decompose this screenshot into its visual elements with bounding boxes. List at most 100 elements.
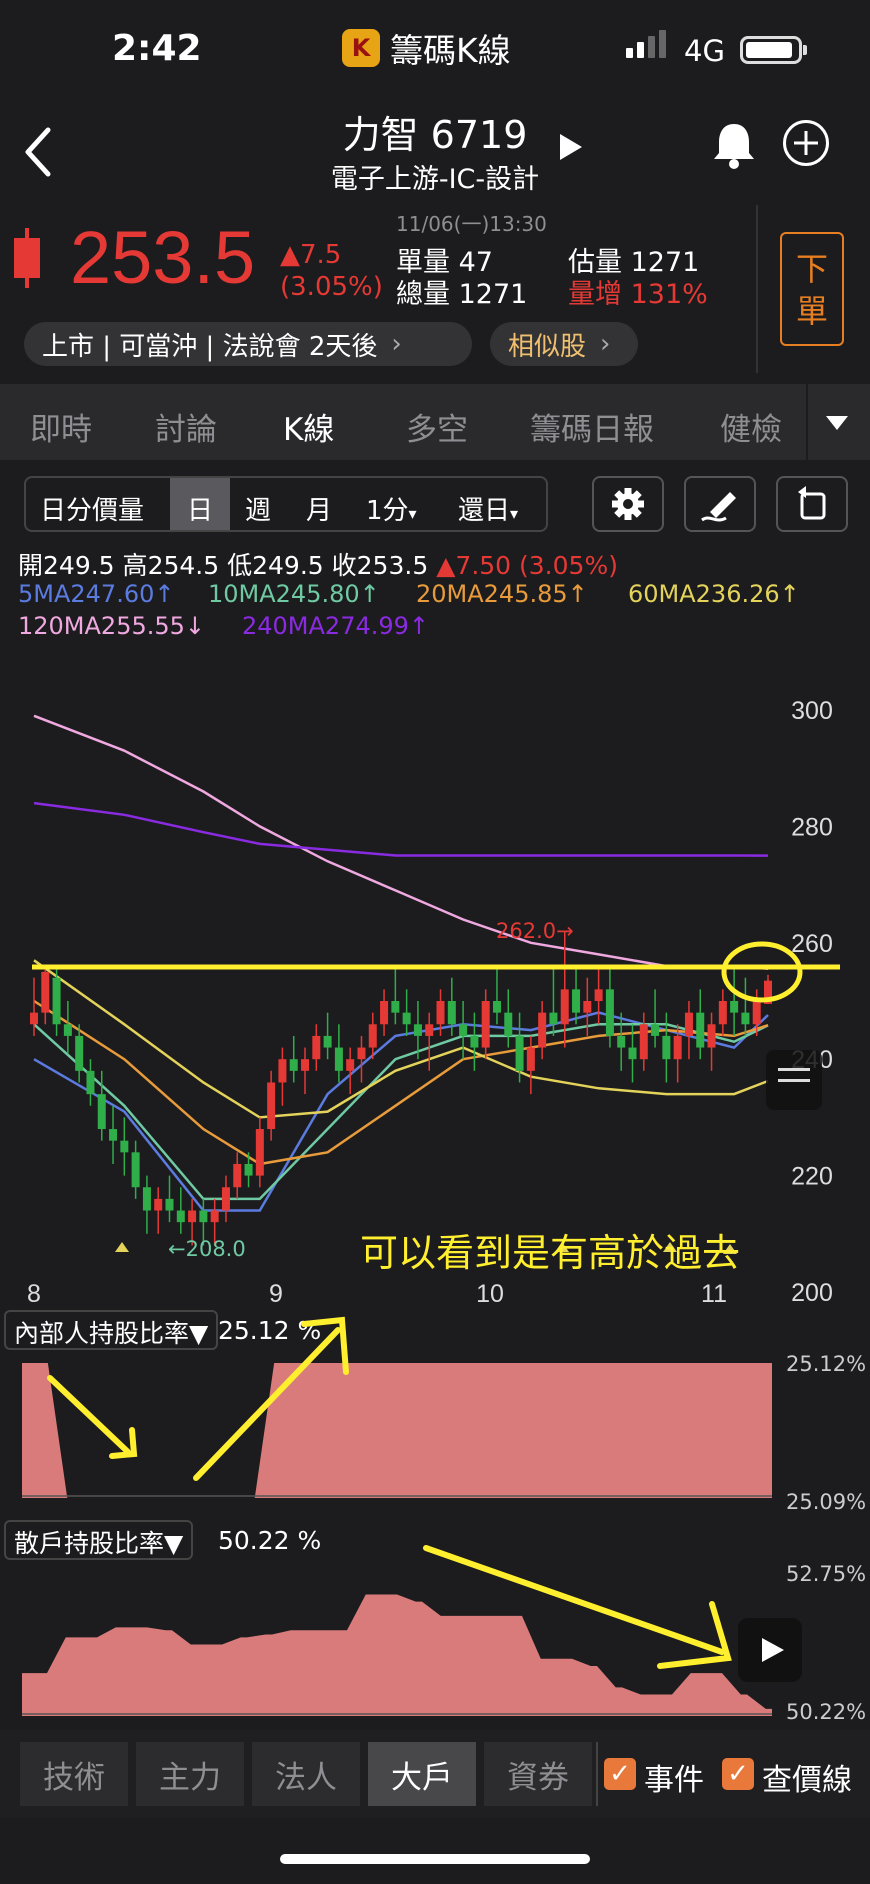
price-line-checkbox[interactable]: ✓ (722, 1758, 754, 1790)
tab-chip-daily[interactable]: 籌碼日報 (530, 404, 654, 449)
kline-chart[interactable]: 300280260240220200891011262.0→←208.0 (0, 650, 870, 1310)
play-button[interactable] (738, 1618, 802, 1682)
candle-body (154, 1198, 163, 1211)
restore-adjust[interactable]: 還日▾ (458, 490, 518, 527)
candle-body (481, 1001, 490, 1048)
candle-body (210, 1210, 219, 1223)
period-week[interactable]: 週 (245, 490, 271, 527)
candle-body (707, 1024, 716, 1048)
last-price: 253.5 (70, 216, 256, 299)
x-tick-label: 9 (269, 1280, 283, 1308)
candle-body (515, 1035, 524, 1071)
high-label: 262.0→ (496, 919, 574, 943)
candle-body (413, 1024, 422, 1036)
candle-body (605, 989, 614, 1036)
more-tabs-icon[interactable] (826, 416, 848, 430)
candle-body (470, 1035, 479, 1048)
chart-handle[interactable] (766, 1050, 822, 1110)
candle-body (492, 1001, 501, 1013)
candle-body (63, 1024, 72, 1036)
retail-selector[interactable]: 散戶持股比率▼ (4, 1520, 194, 1560)
ma120-label: 120MA255.55↓ (18, 612, 206, 640)
bottom-tab-margin[interactable]: 資券 (484, 1742, 592, 1806)
bottom-tab-main-force[interactable]: 主力 (136, 1742, 244, 1806)
candle-body (696, 1012, 705, 1048)
candle-body (312, 1035, 321, 1060)
app-name: 籌碼K線 (390, 31, 511, 70)
total-volume: 總量 1271 (396, 279, 528, 310)
bottom-tab-major-holders[interactable]: 大戶 (368, 1742, 476, 1806)
insider-selector[interactable]: 內部人持股比率▼ (4, 1310, 219, 1350)
tab-kline[interactable]: K線 (283, 404, 334, 449)
add-watchlist-icon[interactable] (783, 120, 829, 166)
candle-body (617, 1035, 626, 1048)
x-tick-label: 11 (701, 1280, 727, 1308)
insider-chart (22, 1363, 772, 1498)
home-indicator[interactable] (280, 1854, 590, 1864)
tab-discussion[interactable]: 討論 (155, 404, 217, 449)
candle-body (109, 1129, 118, 1141)
app-icon: K (342, 29, 380, 67)
candle-body (75, 1035, 84, 1071)
candle-body (526, 1047, 535, 1071)
candle-body (380, 1001, 389, 1025)
period-1min[interactable]: 1分▾ (366, 490, 417, 527)
order-button[interactable]: 下單 (780, 232, 844, 346)
candle-body (425, 1024, 434, 1036)
rotate-button[interactable] (776, 476, 848, 532)
price-change-pct: (3.05%) (280, 272, 383, 302)
tab-long-short[interactable]: 多空 (406, 404, 468, 449)
candle-body (549, 1012, 558, 1025)
similar-stocks-chip[interactable]: 相似股 › (490, 322, 638, 366)
candle-body (221, 1187, 230, 1211)
ma20-label: 20MA245.85↑ (416, 580, 588, 608)
period-day[interactable]: 日 (187, 490, 213, 527)
bottom-tab-institutional[interactable]: 法人 (252, 1742, 360, 1806)
chevron-right-icon: › (600, 329, 611, 359)
stock-tags: 上市 | 可當沖 | 法說會 2天後 (42, 331, 378, 362)
candle-body (188, 1210, 197, 1223)
tab-health[interactable]: 健檢 (720, 404, 782, 449)
ohlc-readout: 開249.5 高254.5 低249.5 收253.5 ▲7.50 (3.05%… (18, 551, 618, 580)
candle-body (447, 1001, 456, 1025)
candle-body (323, 1035, 332, 1048)
candle-body (165, 1198, 174, 1211)
y-tick-label: 300 (791, 697, 833, 725)
tab-realtime[interactable]: 即時 (30, 404, 92, 449)
app-indicator: K 籌碼K線 (342, 24, 511, 72)
divider (596, 1742, 598, 1806)
draw-button[interactable] (684, 476, 756, 532)
annotation-text: 可以看到是有高於過去 (360, 1231, 741, 1275)
candle-icon (14, 228, 40, 288)
bottom-tab-technical[interactable]: 技術 (20, 1742, 128, 1806)
stock-tags-chip[interactable]: 上市 | 可當沖 | 法說會 2天後 › (24, 322, 472, 366)
y-tick-label: 260 (791, 930, 833, 958)
ma-line-240ma (33, 801, 769, 857)
ma10-label: 10MA245.80↑ (208, 580, 380, 608)
next-stock-icon[interactable] (560, 134, 582, 160)
candle-body (459, 1024, 468, 1036)
candle-body (278, 1059, 287, 1083)
candle-body (199, 1210, 208, 1223)
similar-stocks-label: 相似股 (508, 331, 587, 362)
quote-time: 11/06(一)13:30 (396, 212, 547, 236)
candle-body (628, 1047, 637, 1060)
candle-body (97, 1094, 106, 1130)
period-month[interactable]: 月 (306, 490, 332, 527)
candle-body (120, 1140, 129, 1153)
period-price-volume[interactable]: 日分價量 (40, 490, 144, 527)
y-tick-label: 280 (791, 813, 833, 841)
candle-body (267, 1082, 276, 1130)
settings-button[interactable] (592, 476, 664, 532)
x-tick-label: 8 (27, 1280, 41, 1308)
y-tick-label: 220 (791, 1163, 833, 1191)
candle-body (142, 1187, 151, 1211)
events-checkbox[interactable]: ✓ (604, 1758, 636, 1790)
candle-body (673, 1035, 682, 1060)
candle-body (538, 1012, 547, 1048)
bell-icon[interactable] (710, 120, 758, 170)
retail-value: 50.22 % (218, 1526, 322, 1555)
candle-body (594, 989, 603, 1001)
ma5-label: 5MA247.60↑ (18, 580, 175, 608)
y-tick-label: 200 (791, 1279, 833, 1307)
